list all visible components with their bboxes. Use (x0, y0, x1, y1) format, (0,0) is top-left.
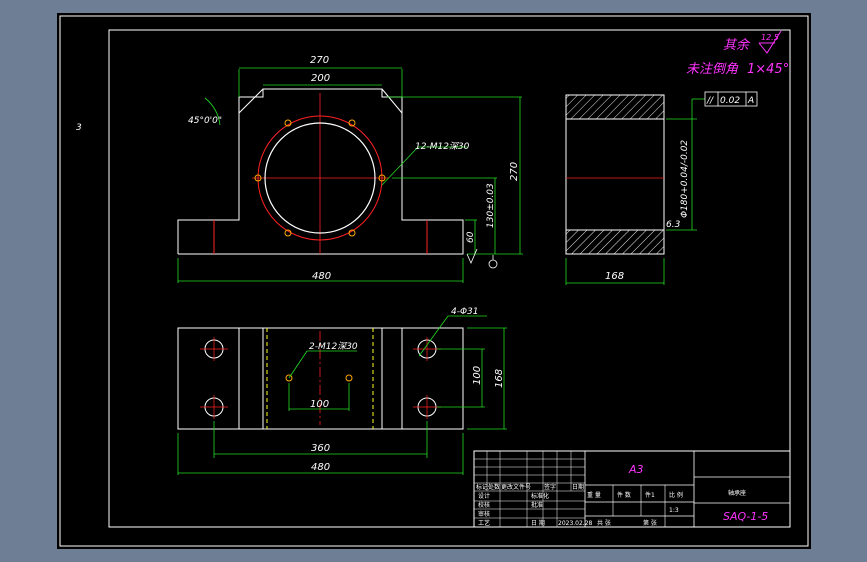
dim-height-total: 270 (509, 162, 520, 181)
reviewer-label: 审核 (478, 510, 490, 518)
top-dimensions (177, 315, 507, 475)
front-outline (177, 88, 464, 255)
part-name: 轴承座 (728, 489, 746, 497)
dim-length: 480 (311, 462, 330, 473)
geometric-tolerance-frame: // 0.02 A (704, 91, 758, 107)
head-label-file: 更改文件号 (501, 483, 531, 491)
dim-hole-spacing-y: 100 (472, 366, 483, 385)
top-tapped-holes (285, 374, 353, 382)
date-label: 日 期 (531, 519, 545, 527)
tol-symbol: // (706, 96, 714, 106)
dim-bore: Φ180+0.04/-0.02 (680, 140, 690, 218)
process-label: 工艺 (478, 519, 490, 527)
tol-value: 0.02 (720, 96, 740, 106)
front-view: 270 200 45°0'0" 12-M12深30 480 270 130±0.… (177, 55, 523, 283)
designer-label: 设计 (478, 492, 490, 500)
side-view: // 0.02 A Φ180+0.04/-0.02 6.3 168 (565, 91, 758, 285)
front-chamfer-right (381, 88, 403, 114)
side-hatch-bottom (565, 229, 665, 255)
count-value: 件1 (645, 491, 655, 499)
count-label: 件 数 (617, 491, 631, 499)
dim-base-height: 60 (466, 231, 476, 243)
approve-label: 批准 (531, 501, 543, 509)
sheet-label: 第 张 (643, 519, 657, 527)
tol-datum: A (747, 96, 754, 106)
head-label-sign: 签字 (544, 483, 556, 491)
dim-base-width: 480 (312, 271, 331, 282)
base-roughness-icon (466, 248, 478, 264)
dim-tapped-spacing: 100 (310, 399, 329, 410)
head-label-mark: 标记 (476, 483, 488, 491)
dim-width-inner: 200 (311, 73, 330, 84)
side-roughness: 6.3 (666, 220, 681, 230)
drawing-sheet: 3 其余 12.5 未注倒角 1×45° 270 200 45°0'0" 12-… (57, 13, 811, 549)
chamfer-value: 1×45° (747, 62, 789, 77)
front-chamfer-left (238, 88, 264, 114)
dim-tapped: 2-M12深30 (309, 341, 358, 352)
scale-value: 1:3 (669, 507, 679, 514)
top-view: 4-Φ31 2-M12深30 100 100 168 360 480 (177, 307, 507, 475)
head-label-date: 日期 (572, 483, 584, 491)
head-label-count: 处数 (488, 483, 500, 491)
roughness-note: 其余 (723, 37, 751, 53)
sheet-size: A3 (628, 463, 644, 476)
dim-hole-spacing-x: 360 (311, 443, 330, 454)
dim-holes: 12-M12深30 (415, 141, 470, 152)
dim-bolt-holes: 4-Φ31 (451, 307, 479, 317)
dim-bore-height: 130±0.03 (486, 183, 496, 228)
datum-a-icon (488, 259, 498, 269)
scale-label: 比 例 (669, 491, 683, 499)
dim-angle: 45°0'0" (188, 116, 222, 126)
date-value: 2023.02.28 (558, 520, 593, 527)
cad-drawing: 3 其余 12.5 未注倒角 1×45° 270 200 45°0'0" 12-… (59, 15, 809, 547)
dim-width-top: 270 (310, 55, 329, 66)
top-tapped-hole (345, 374, 353, 382)
standard-label: 标准化 (531, 492, 549, 500)
checker-label: 校核 (478, 501, 490, 509)
chamfer-note: 未注倒角 (686, 62, 739, 77)
sheet-total-label: 共 张 (597, 519, 611, 527)
inner-frame (108, 29, 791, 528)
side-mark: 3 (76, 123, 82, 133)
drawing-number: SAQ-1-5 (723, 510, 768, 523)
side-hatch-top (565, 94, 665, 120)
dim-depth: 168 (494, 369, 505, 388)
dim-side-width: 168 (605, 271, 624, 282)
weight-label: 重 量 (587, 491, 601, 499)
roughness-value: 12.5 (761, 33, 779, 42)
title-block: 标记 处数 更改文件号 签字 日期 设计 校核 审核 工艺 标准化 批准 日 期… (473, 450, 791, 528)
front-dimensions (177, 67, 523, 283)
